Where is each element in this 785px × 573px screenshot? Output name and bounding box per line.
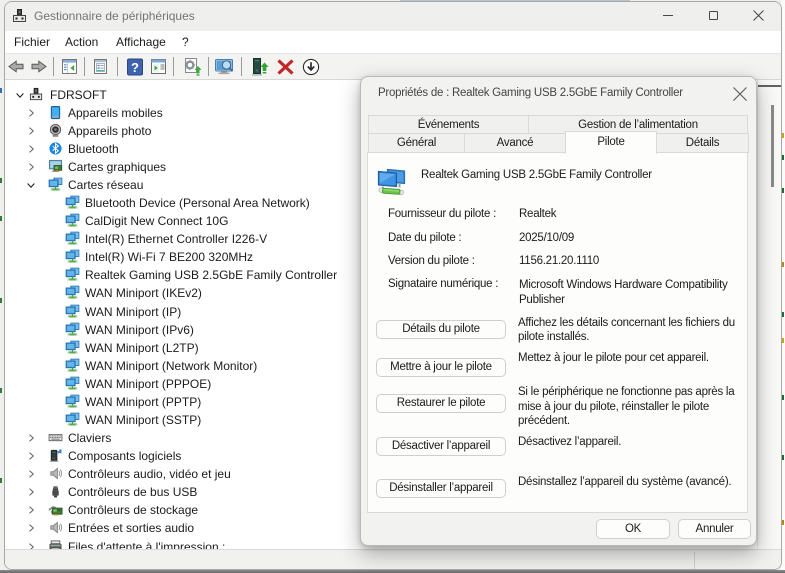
svg-text:?: ? [131, 60, 139, 75]
